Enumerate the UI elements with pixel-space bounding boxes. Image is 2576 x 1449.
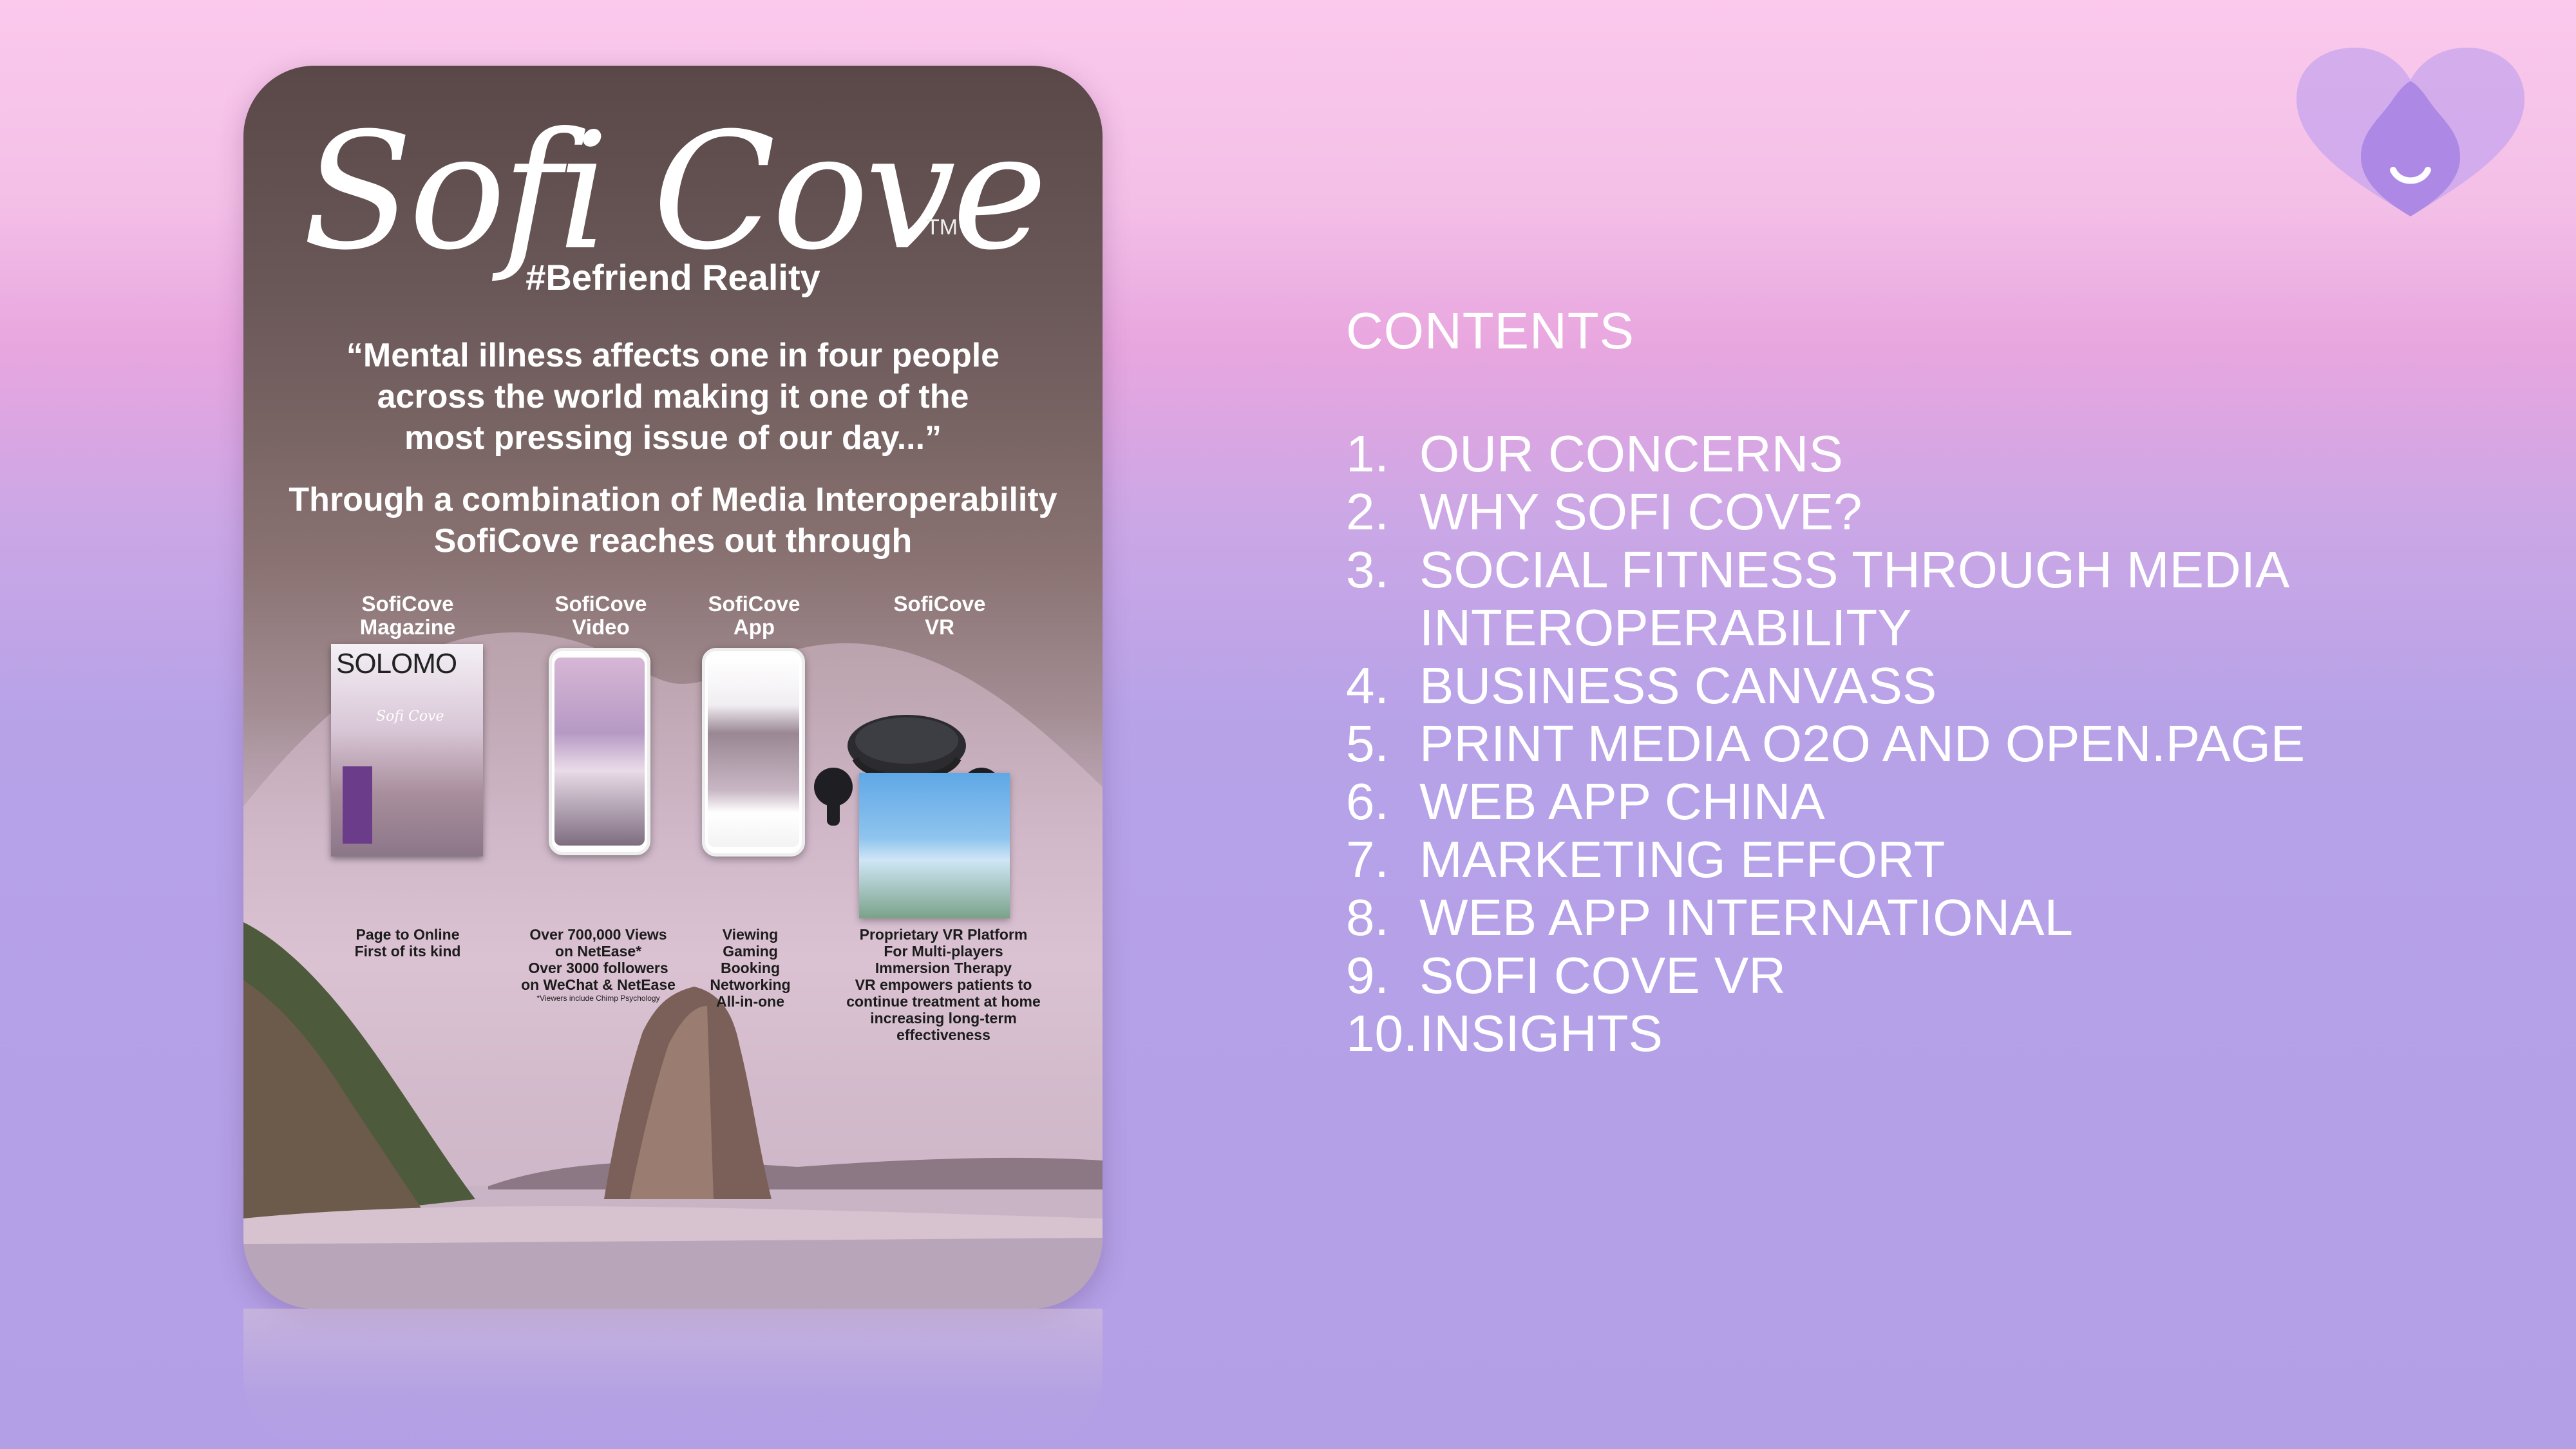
contents-item-label: PRINT MEDIA O2O AND OPEN.PAGE <box>1419 715 2306 772</box>
contents-item-label: WEB APP INTERNATIONAL <box>1419 889 2074 946</box>
video-phone-screen <box>554 658 645 846</box>
contents-item-label: WHY SOFI COVE? <box>1419 483 1862 540</box>
heart-logo-icon <box>2297 48 2524 216</box>
product-desc-line: VR empowers patients to <box>855 976 1032 993</box>
product-desc-line: Proprietary VR Platform <box>859 926 1028 943</box>
magazine-cover-image: SOLOMO Sofi Cove <box>331 644 483 857</box>
quote-line: “Mental illness affects one in four peop… <box>346 337 1000 374</box>
product-title-line: VR <box>925 615 954 639</box>
contents-item: 3. SOCIAL FITNESS THROUGH MEDIA INTEROPER… <box>1346 541 2321 657</box>
quote-text: “Mental illness affects one in four peop… <box>301 335 1045 459</box>
contents-item-number: 2. <box>1346 483 1389 540</box>
product-desc-line: increasing long-term <box>870 1010 1017 1027</box>
magazine-cover-title: SOLOMO <box>336 648 457 679</box>
product-desc-line: on NetEase* <box>554 943 642 960</box>
product-title-video: SofiCove Video <box>546 592 656 639</box>
product-desc-line: on WeChat & NetEase <box>521 976 676 993</box>
contents-list: 1. OUR CONCERNS 2. WHY SOFI COVE? 3. SOCIAL… <box>1346 425 2441 1063</box>
poster-image: Sofi Cove TM #Befriend Reality “Mental i… <box>243 66 1103 1309</box>
quote-line: across the world making it one of the <box>377 378 969 415</box>
product-title-line: Magazine <box>359 615 456 639</box>
product-title-app: SofiCove App <box>699 592 809 639</box>
poster-reflection <box>243 1309 1103 1449</box>
product-desc-line: Immersion Therapy <box>875 960 1012 976</box>
product-title-line: SofiCove <box>893 592 986 616</box>
contents-item-number: 6. <box>1346 773 1389 830</box>
product-title-line: App <box>733 615 775 639</box>
contents-item: 6. WEB APP CHINA <box>1346 773 2441 831</box>
product-desc-footnote: *Viewers include Chimp Psychology <box>536 994 660 1003</box>
vr-scene-image <box>859 773 1010 918</box>
product-desc-line: Over 700,000 Views <box>529 926 667 943</box>
magazine-cover-strip <box>343 766 372 844</box>
product-desc-line: Networking <box>710 976 791 993</box>
contents-item-number: 10. <box>1346 1005 1418 1062</box>
quote-line: most pressing issue of our day...” <box>404 419 942 457</box>
app-phone-image <box>702 648 805 857</box>
product-desc-line: Booking <box>721 960 780 976</box>
product-title-line: SofiCove <box>554 592 647 616</box>
product-desc-line: All-in-one <box>715 993 785 1010</box>
product-desc-line: Over 3000 followers <box>528 960 668 976</box>
product-desc-magazine: Page to Online First of its kind <box>327 926 488 960</box>
product-desc-line: effectiveness <box>896 1027 990 1043</box>
contents-item-number: 1. <box>1346 425 1389 482</box>
contents-item: 5. PRINT MEDIA O2O AND OPEN.PAGE <box>1346 715 2441 773</box>
trademark-mark: TM <box>926 215 958 240</box>
contents-item-number: 5. <box>1346 715 1389 772</box>
sub-line: Through a combination of Media Interoper… <box>289 481 1057 518</box>
contents-item: 4. BUSINESS CANVASS <box>1346 657 2441 715</box>
contents-item-label: WEB APP CHINA <box>1419 773 1825 830</box>
contents-item-label: INSIGHTS <box>1419 1005 1663 1062</box>
contents-item-label: SOCIAL FITNESS THROUGH MEDIA INTEROPERAB… <box>1419 541 2287 656</box>
contents-item: 7. MARKETING EFFORT <box>1346 831 2441 889</box>
sub-line: SofiCove reaches out through <box>433 522 913 560</box>
product-title-line: SofiCove <box>361 592 454 616</box>
contents-item-number: 9. <box>1346 947 1389 1004</box>
contents-item-number: 7. <box>1346 831 1389 888</box>
product-desc-line: Gaming <box>723 943 778 960</box>
contents-item: 8. WEB APP INTERNATIONAL <box>1346 889 2441 947</box>
contents-item-number: 8. <box>1346 889 1389 946</box>
contents-item: 1. OUR CONCERNS <box>1346 425 2441 483</box>
product-desc-line: First of its kind <box>354 943 461 960</box>
product-desc-line: For Multi-players <box>884 943 1003 960</box>
magazine-cover-logo: Sofi Cove <box>376 708 444 724</box>
contents-item-number: 3. <box>1346 541 1389 598</box>
app-phone-screen <box>708 658 799 847</box>
product-desc-vr: Proprietary VR Platform For Multi-player… <box>836 926 1051 1043</box>
hashtag-text: #Befriend Reality <box>526 257 820 298</box>
contents-item: 2. WHY SOFI COVE? <box>1346 483 2441 541</box>
contents-item-label: MARKETING EFFORT <box>1419 831 1946 888</box>
contents-heading: CONTENTS <box>1346 302 1634 359</box>
video-phone-image <box>549 648 650 855</box>
contents-item: 10. INSIGHTS <box>1346 1005 2441 1063</box>
product-desc-app: Viewing Gaming Booking Networking All-in… <box>694 926 806 1010</box>
contents-item-label: OUR CONCERNS <box>1419 425 1843 482</box>
contents-item: 9. SOFI COVE VR <box>1346 947 2441 1005</box>
contents-item-number: 4. <box>1346 657 1389 714</box>
product-title-magazine: SofiCove Magazine <box>353 592 462 639</box>
product-desc-line: Viewing <box>722 926 779 943</box>
product-title-vr: SofiCove VR <box>885 592 994 639</box>
product-title-line: SofiCove <box>708 592 800 616</box>
contents-item-label: SOFI COVE VR <box>1419 947 1786 1004</box>
product-desc-line: continue treatment at home <box>846 993 1041 1010</box>
contents-item-label: BUSINESS CANVASS <box>1419 657 1937 714</box>
product-title-line: Video <box>572 615 630 639</box>
interoperability-text: Through a combination of Media Interoper… <box>269 479 1077 562</box>
product-desc-video: Over 700,000 Views on NetEase* Over 3000… <box>511 926 685 1003</box>
product-desc-line: Page to Online <box>355 926 460 943</box>
